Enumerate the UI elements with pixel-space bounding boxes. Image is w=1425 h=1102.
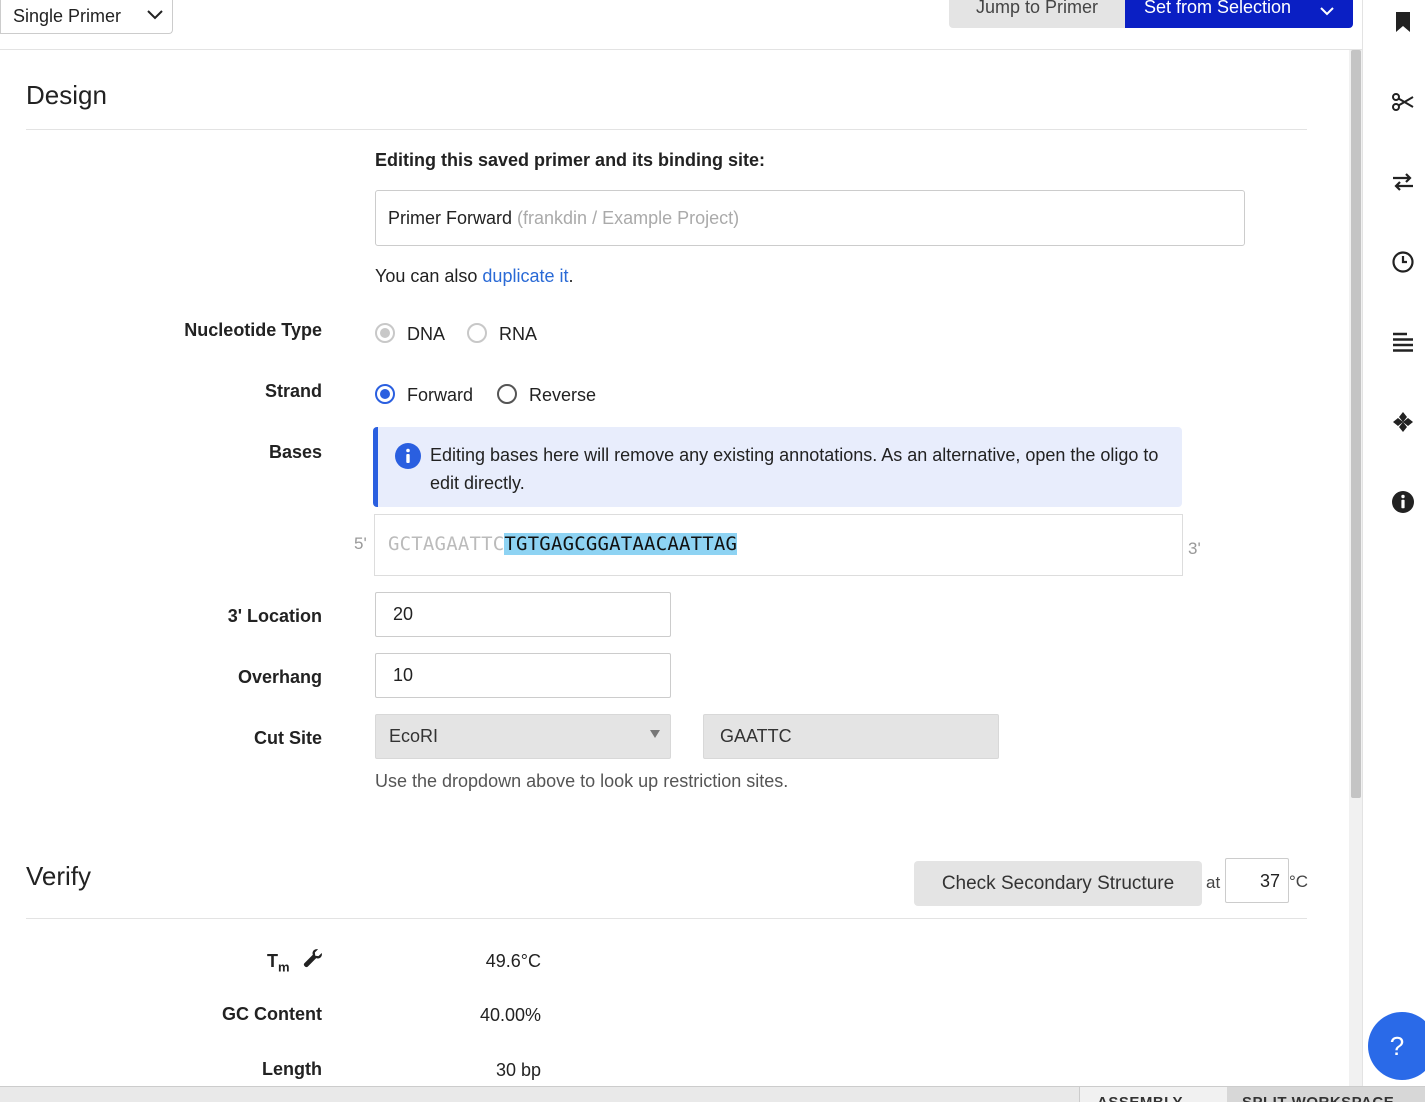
reverse-radio[interactable] [497, 384, 517, 404]
dna-radio-label: DNA [407, 324, 446, 344]
location-label: 3' Location [227, 606, 322, 626]
info-banner: Editing bases here will remove any exist… [373, 427, 1182, 507]
rna-radio-label: RNA [499, 324, 538, 344]
forward-radio-label: Forward [407, 385, 474, 405]
five-prime-label: 5' [354, 534, 367, 553]
temperature-unit: °C [1289, 872, 1309, 891]
sequence-text: GCTAGAATTCTGTGAGCGGATAACAATTAG [388, 533, 738, 555]
primer-mode-select[interactable]: Single Primer [0, 0, 173, 34]
top-toolbar: Single Primer Jump to Primer Set from Se… [0, 0, 1362, 50]
strand-label: Strand [264, 381, 322, 401]
editing-heading: Editing this saved primer and its bindin… [375, 150, 766, 170]
design-section-title: Design [26, 80, 107, 110]
primer-path: (frankdin / Example Project) [517, 208, 740, 228]
primer-mode-value: Single Primer [13, 6, 122, 26]
length-value: 30 bp [495, 1060, 541, 1080]
info-message: Editing bases here will remove any exist… [430, 445, 1159, 493]
overhang-bases: GCTAGAATTC [388, 533, 505, 555]
scissors-icon[interactable] [1391, 90, 1415, 114]
dna-radio[interactable] [375, 323, 395, 343]
chevron-down-icon [1320, 7, 1334, 16]
cut-site-select[interactable]: EcoRI [375, 714, 671, 759]
set-from-selection-button[interactable]: Set from Selection [1125, 0, 1353, 28]
cut-site-sequence: GAATTC [703, 714, 999, 759]
align-lines-icon[interactable] [1391, 330, 1415, 354]
temperature-input[interactable]: 37 [1225, 858, 1289, 903]
tm-label: Tm [267, 951, 290, 975]
binding-bases: TGTGAGCGGATAACAATTAG [504, 533, 738, 555]
length-label: Length [262, 1059, 322, 1079]
check-secondary-structure-button[interactable]: Check Secondary Structure [914, 861, 1202, 906]
network-nodes-icon[interactable] [1391, 410, 1415, 434]
primer-name-field[interactable]: Primer Forward (frankdin / Example Proje… [375, 190, 1245, 246]
swap-arrows-icon[interactable] [1391, 170, 1415, 194]
tab-split-workspace[interactable]: SPLIT WORKSPACE [1227, 1086, 1425, 1102]
wrench-icon[interactable] [302, 947, 324, 969]
duplicate-line: You can also duplicate it. [375, 266, 574, 286]
design-divider [26, 129, 1307, 130]
at-label: at [1206, 873, 1221, 892]
reverse-radio-label: Reverse [529, 385, 597, 405]
rna-radio[interactable] [467, 323, 487, 343]
bases-label: Bases [268, 442, 322, 462]
gc-content-label: GC Content [222, 1004, 322, 1024]
location-input[interactable]: 20 [375, 592, 671, 637]
dropdown-arrow-icon [650, 730, 660, 738]
forward-radio[interactable] [375, 384, 395, 404]
tab-assembly[interactable]: ASSEMBLY [1079, 1086, 1227, 1102]
cut-site-enzyme: EcoRI [389, 726, 439, 746]
right-sidebar [1362, 0, 1425, 1102]
primer-name: Primer Forward [388, 208, 513, 228]
three-prime-label: 3' [1188, 539, 1201, 558]
history-clock-icon[interactable] [1391, 250, 1415, 274]
overhang-label: Overhang [237, 667, 322, 687]
cut-site-label: Cut Site [253, 728, 322, 748]
info-icon [395, 443, 421, 469]
duplicate-link[interactable]: duplicate it [482, 266, 568, 286]
verify-divider [26, 918, 1307, 919]
tm-value: 49.6°C [485, 951, 541, 971]
bookmark-icon[interactable] [1391, 10, 1415, 34]
jump-to-primer-button[interactable]: Jump to Primer [949, 0, 1125, 28]
nucleotide-type-label: Nucleotide Type [184, 320, 322, 340]
cut-site-hint: Use the dropdown above to look up restri… [375, 771, 789, 791]
overhang-input[interactable]: 10 [375, 653, 671, 698]
bases-sequence-editor[interactable]: GCTAGAATTCTGTGAGCGGATAACAATTAG [374, 514, 1183, 576]
scrollbar-thumb[interactable] [1351, 50, 1361, 798]
chevron-down-icon [147, 10, 163, 20]
gc-content-value: 40.00% [479, 1005, 541, 1025]
verify-section-title: Verify [26, 861, 92, 891]
info-circle-icon[interactable] [1391, 490, 1415, 514]
